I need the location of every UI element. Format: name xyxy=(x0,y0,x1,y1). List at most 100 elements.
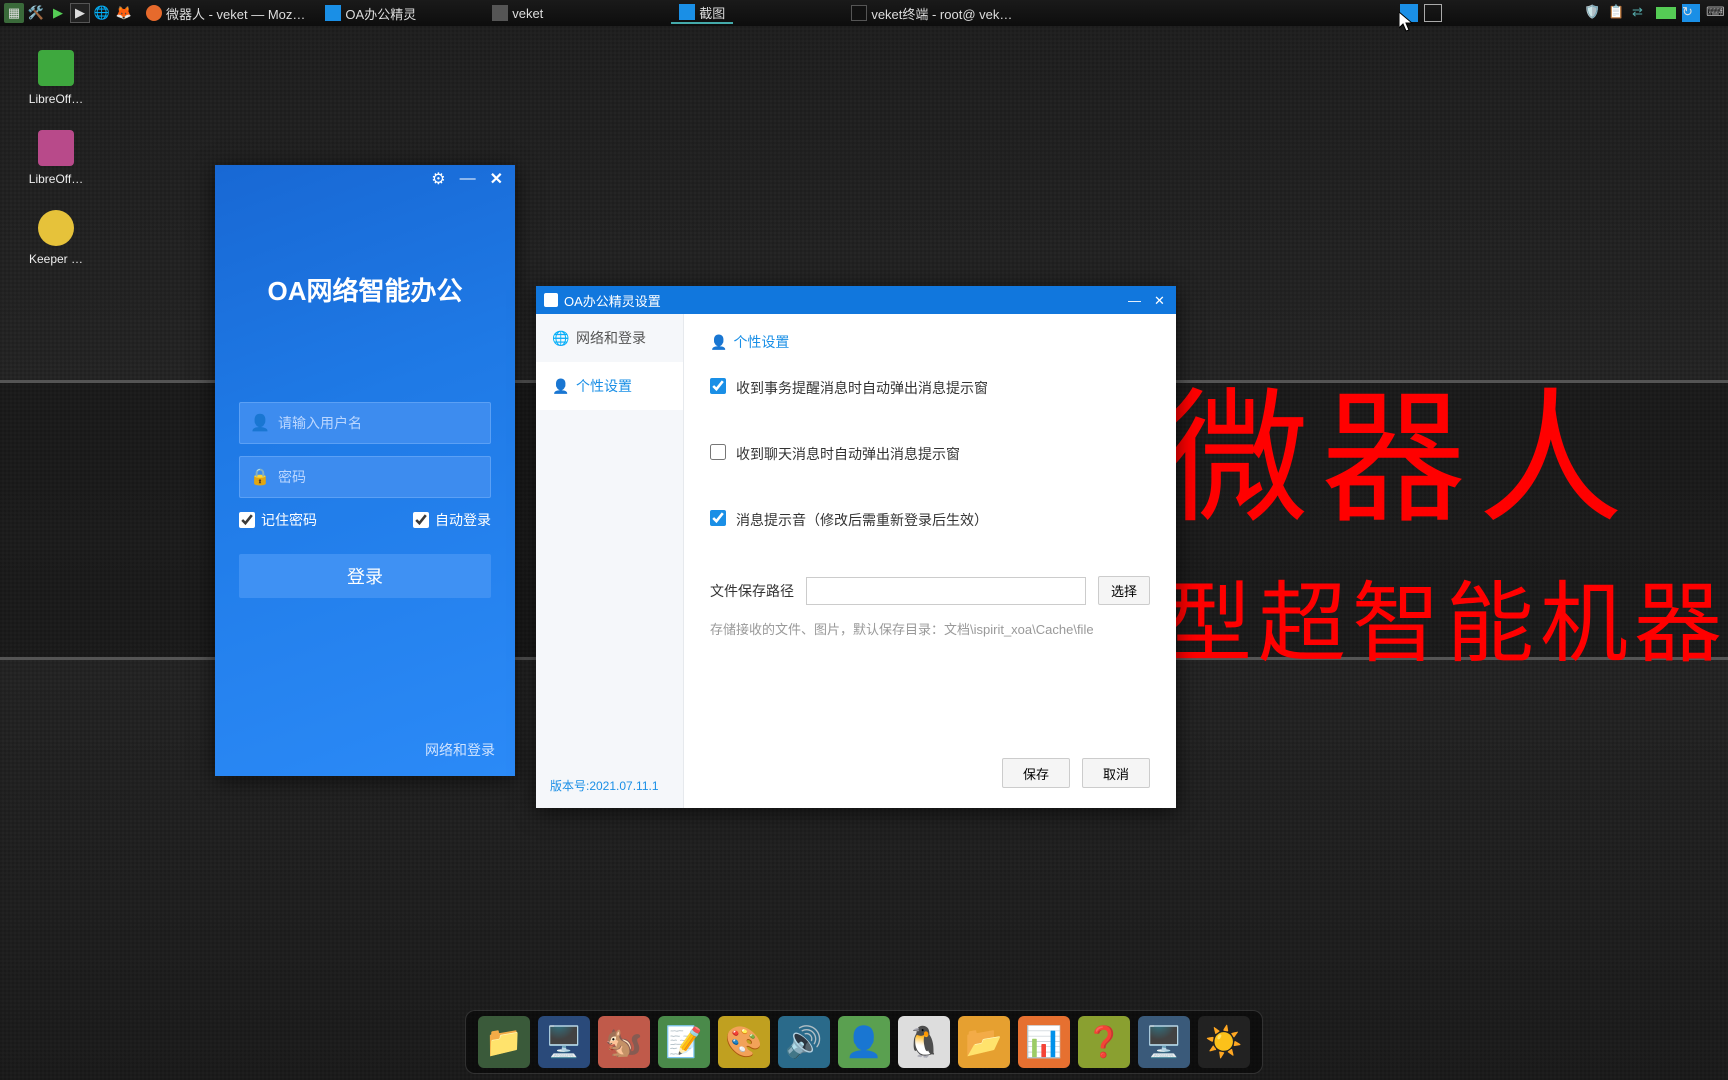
icon-label: LibreOff… xyxy=(14,92,98,106)
login-options: 记住密码 自动登录 xyxy=(239,510,491,530)
shield-icon[interactable]: 🛡️ xyxy=(1584,4,1602,22)
network-icon[interactable]: ⇄ xyxy=(1632,4,1650,22)
settings-icon[interactable]: ⚙ xyxy=(431,169,445,189)
file-path-input[interactable] xyxy=(806,577,1086,605)
globe-icon[interactable]: 🌐 xyxy=(92,3,112,23)
clipboard-icon[interactable]: 📋 xyxy=(1608,4,1626,22)
login-form: 👤 🔒 记住密码 自动登录 登录 xyxy=(215,402,515,598)
taskbar: ▦ 🛠️ ▶ ▶ 🌐 🦊 微器人 - veket — Moz… OA办公精灵 v… xyxy=(0,0,1728,26)
dock-penguin[interactable]: 🐧 xyxy=(898,1016,950,1068)
dock-user[interactable]: 👤 xyxy=(838,1016,890,1068)
checkbox-task-popup[interactable] xyxy=(710,378,726,394)
terminal-icon[interactable]: ▶ xyxy=(70,3,90,23)
username-input[interactable] xyxy=(278,415,480,431)
network-login-link[interactable]: 网络和登录 xyxy=(425,740,495,760)
login-button[interactable]: 登录 xyxy=(239,554,491,598)
minimize-icon[interactable]: — xyxy=(460,170,476,188)
firefox-icon[interactable]: 🦊 xyxy=(114,3,134,23)
dock-help[interactable]: ❓ xyxy=(1078,1016,1130,1068)
desktop-icon-libreoffice-calc[interactable]: LibreOff… xyxy=(14,50,98,106)
icon-label: Keeper … xyxy=(14,252,98,266)
user-icon: 👤 xyxy=(250,413,270,433)
file-path-row: 文件保存路径 选择 xyxy=(710,576,1150,605)
nav-label: 网络和登录 xyxy=(576,328,646,348)
option-label: 收到聊天消息时自动弹出消息提示窗 xyxy=(736,444,960,464)
tray-window-icon[interactable] xyxy=(1424,4,1442,22)
desktop-icons: LibreOff… LibreOff… Keeper … xyxy=(14,50,98,266)
cancel-button[interactable]: 取消 xyxy=(1082,758,1150,788)
checkbox-chat-popup[interactable] xyxy=(710,444,726,460)
keyboard-icon[interactable]: ⌨ xyxy=(1706,4,1724,22)
icon-label: LibreOff… xyxy=(14,172,98,186)
task-label: veket终端 - root@ vek… xyxy=(871,4,1012,23)
settings-titlebar: OA办公精灵设置 — ✕ xyxy=(536,286,1176,314)
dock-brightness[interactable]: ☀️ xyxy=(1198,1016,1250,1068)
autologin-checkbox-input[interactable] xyxy=(413,512,429,528)
remember-password-checkbox[interactable]: 记住密码 xyxy=(239,510,317,530)
battery-icon[interactable] xyxy=(1656,7,1676,19)
taskbar-task-screenshot[interactable]: 截图 xyxy=(671,2,733,24)
libreoffice-calc-icon xyxy=(38,50,74,86)
taskbar-task-veket[interactable]: veket xyxy=(484,2,551,24)
dock-display[interactable]: 🖥️ xyxy=(1138,1016,1190,1068)
dock-media[interactable]: 🔊 xyxy=(778,1016,830,1068)
taskbar-launchers: ▦ 🛠️ ▶ ▶ 🌐 🦊 xyxy=(4,3,134,23)
settings-content: 👤 个性设置 收到事务提醒消息时自动弹出消息提示窗 收到聊天消息时自动弹出消息提… xyxy=(684,314,1176,808)
browse-button[interactable]: 选择 xyxy=(1098,576,1150,605)
tool-icon[interactable]: 🛠️ xyxy=(26,3,46,23)
section-title: 👤 个性设置 xyxy=(710,332,1150,352)
dock-paint[interactable]: 🎨 xyxy=(718,1016,770,1068)
option-chat-popup: 收到聊天消息时自动弹出消息提示窗 xyxy=(710,444,1150,464)
update-icon[interactable]: ↻ xyxy=(1682,4,1700,22)
password-input[interactable] xyxy=(278,469,480,485)
close-icon[interactable]: ✕ xyxy=(1154,293,1168,307)
auto-login-checkbox[interactable]: 自动登录 xyxy=(413,510,491,530)
dock-chart[interactable]: 📊 xyxy=(1018,1016,1070,1068)
user-icon: 👤 xyxy=(552,378,568,394)
dock-monitor[interactable]: 🖥️ xyxy=(538,1016,590,1068)
option-sound: 消息提示音（修改后需重新登录后生效） xyxy=(710,510,1150,530)
nav-label: 个性设置 xyxy=(576,376,632,396)
task-label: OA办公精灵 xyxy=(345,4,416,23)
user-icon: 👤 xyxy=(710,334,727,351)
taskbar-task-terminal[interactable]: veket终端 - root@ vek… xyxy=(843,2,1020,24)
dock-editor[interactable]: 📝 xyxy=(658,1016,710,1068)
nav-network-login[interactable]: 🌐 网络和登录 xyxy=(536,314,683,362)
remember-label: 记住密码 xyxy=(261,510,317,530)
close-icon[interactable]: ✕ xyxy=(490,169,503,189)
desktop-icon-keeper[interactable]: Keeper … xyxy=(14,210,98,266)
task-label: veket xyxy=(512,6,543,21)
nav-personal-settings[interactable]: 👤 个性设置 xyxy=(536,362,683,410)
remember-checkbox-input[interactable] xyxy=(239,512,255,528)
dock-squirrel[interactable]: 🐿️ xyxy=(598,1016,650,1068)
wallpaper-text: 微器人 型超智能机器 xyxy=(1164,380,1728,672)
option-label: 消息提示音（修改后需重新登录后生效） xyxy=(736,510,988,530)
password-row: 🔒 xyxy=(239,456,491,498)
settings-window: OA办公精灵设置 — ✕ 🌐 网络和登录 👤 个性设置 👤 个性设置 收到事务提 xyxy=(536,286,1176,808)
settings-window-title: OA办公精灵设置 xyxy=(564,291,661,310)
window-controls: — ✕ xyxy=(1128,293,1168,307)
wallpaper-text-line2: 型超智能机器 xyxy=(1164,576,1728,673)
taskbar-task-firefox[interactable]: 微器人 - veket — Moz… xyxy=(138,2,313,24)
save-button[interactable]: 保存 xyxy=(1002,758,1070,788)
option-label: 收到事务提醒消息时自动弹出消息提示窗 xyxy=(736,378,988,398)
system-tray: 🛡️ 📋 ⇄ ↻ ⌨ xyxy=(1400,4,1724,22)
taskbar-task-oa[interactable]: OA办公精灵 xyxy=(317,2,424,24)
minimize-icon[interactable]: — xyxy=(1128,293,1142,307)
dock-files[interactable]: 📁 xyxy=(478,1016,530,1068)
keeper-icon xyxy=(38,210,74,246)
oa-icon xyxy=(325,5,341,21)
settings-footer: 保存 取消 xyxy=(1002,758,1150,788)
tray-app-icon[interactable] xyxy=(1400,4,1418,22)
play-icon[interactable]: ▶ xyxy=(48,3,68,23)
menu-icon[interactable]: ▦ xyxy=(4,3,24,23)
path-hint: 存储接收的文件、图片，默认保存目录：文档\ispirit_xoa\Cache\f… xyxy=(710,619,1150,638)
screenshot-icon xyxy=(679,4,695,20)
checkbox-sound[interactable] xyxy=(710,510,726,526)
dock-folder[interactable]: 📂 xyxy=(958,1016,1010,1068)
desktop-icon-libreoffice-base[interactable]: LibreOff… xyxy=(14,130,98,186)
settings-body: 🌐 网络和登录 👤 个性设置 👤 个性设置 收到事务提醒消息时自动弹出消息提示窗… xyxy=(536,314,1176,808)
login-window: ⚙ — ✕ OA网络智能办公 👤 🔒 记住密码 自动登录 登录 网络和登录 xyxy=(215,165,515,776)
folder-icon xyxy=(492,5,508,21)
login-app-title: OA网络智能办公 xyxy=(215,271,515,308)
